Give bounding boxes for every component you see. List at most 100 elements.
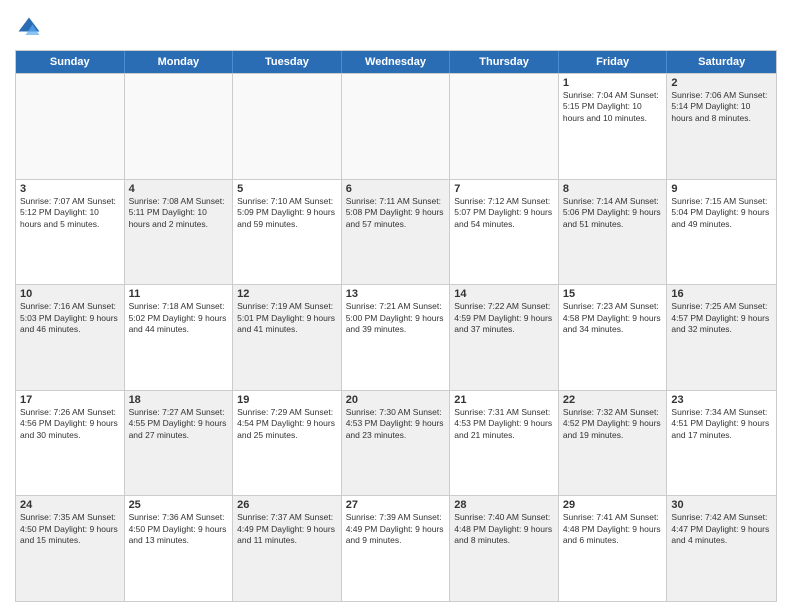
day-number: 1 [563, 77, 663, 89]
day-info: Sunrise: 7:31 AM Sunset: 4:53 PM Dayligh… [454, 407, 554, 441]
day-info: Sunrise: 7:14 AM Sunset: 5:06 PM Dayligh… [563, 196, 663, 230]
day-cell: 6Sunrise: 7:11 AM Sunset: 5:08 PM Daylig… [342, 180, 451, 285]
day-cell: 1Sunrise: 7:04 AM Sunset: 5:15 PM Daylig… [559, 74, 668, 179]
day-info: Sunrise: 7:39 AM Sunset: 4:49 PM Dayligh… [346, 512, 446, 546]
day-number: 21 [454, 394, 554, 406]
day-number: 18 [129, 394, 229, 406]
day-cell: 5Sunrise: 7:10 AM Sunset: 5:09 PM Daylig… [233, 180, 342, 285]
day-cell: 19Sunrise: 7:29 AM Sunset: 4:54 PM Dayli… [233, 391, 342, 496]
day-number: 23 [671, 394, 772, 406]
day-cell: 10Sunrise: 7:16 AM Sunset: 5:03 PM Dayli… [16, 285, 125, 390]
day-number: 19 [237, 394, 337, 406]
day-number: 10 [20, 288, 120, 300]
day-number: 27 [346, 499, 446, 511]
day-info: Sunrise: 7:11 AM Sunset: 5:08 PM Dayligh… [346, 196, 446, 230]
day-info: Sunrise: 7:08 AM Sunset: 5:11 PM Dayligh… [129, 196, 229, 230]
day-cell: 11Sunrise: 7:18 AM Sunset: 5:02 PM Dayli… [125, 285, 234, 390]
day-info: Sunrise: 7:42 AM Sunset: 4:47 PM Dayligh… [671, 512, 772, 546]
day-cell: 25Sunrise: 7:36 AM Sunset: 4:50 PM Dayli… [125, 496, 234, 601]
day-cell: 29Sunrise: 7:41 AM Sunset: 4:48 PM Dayli… [559, 496, 668, 601]
page: SundayMondayTuesdayWednesdayThursdayFrid… [0, 0, 792, 612]
day-info: Sunrise: 7:22 AM Sunset: 4:59 PM Dayligh… [454, 301, 554, 335]
day-number: 25 [129, 499, 229, 511]
day-info: Sunrise: 7:36 AM Sunset: 4:50 PM Dayligh… [129, 512, 229, 546]
day-header-friday: Friday [559, 51, 668, 73]
day-header-thursday: Thursday [450, 51, 559, 73]
day-cell: 18Sunrise: 7:27 AM Sunset: 4:55 PM Dayli… [125, 391, 234, 496]
day-headers: SundayMondayTuesdayWednesdayThursdayFrid… [16, 51, 776, 73]
day-cell: 9Sunrise: 7:15 AM Sunset: 5:04 PM Daylig… [667, 180, 776, 285]
day-number: 3 [20, 183, 120, 195]
day-number: 17 [20, 394, 120, 406]
day-number: 20 [346, 394, 446, 406]
day-info: Sunrise: 7:19 AM Sunset: 5:01 PM Dayligh… [237, 301, 337, 335]
day-cell: 16Sunrise: 7:25 AM Sunset: 4:57 PM Dayli… [667, 285, 776, 390]
day-info: Sunrise: 7:29 AM Sunset: 4:54 PM Dayligh… [237, 407, 337, 441]
day-cell: 12Sunrise: 7:19 AM Sunset: 5:01 PM Dayli… [233, 285, 342, 390]
day-number: 9 [671, 183, 772, 195]
day-info: Sunrise: 7:06 AM Sunset: 5:14 PM Dayligh… [671, 90, 772, 124]
day-info: Sunrise: 7:15 AM Sunset: 5:04 PM Dayligh… [671, 196, 772, 230]
day-info: Sunrise: 7:16 AM Sunset: 5:03 PM Dayligh… [20, 301, 120, 335]
week-row-2: 3Sunrise: 7:07 AM Sunset: 5:12 PM Daylig… [16, 179, 776, 285]
day-cell: 8Sunrise: 7:14 AM Sunset: 5:06 PM Daylig… [559, 180, 668, 285]
day-header-tuesday: Tuesday [233, 51, 342, 73]
week-row-3: 10Sunrise: 7:16 AM Sunset: 5:03 PM Dayli… [16, 284, 776, 390]
logo-icon [15, 14, 43, 42]
day-number: 11 [129, 288, 229, 300]
day-cell: 2Sunrise: 7:06 AM Sunset: 5:14 PM Daylig… [667, 74, 776, 179]
day-cell: 13Sunrise: 7:21 AM Sunset: 5:00 PM Dayli… [342, 285, 451, 390]
day-info: Sunrise: 7:26 AM Sunset: 4:56 PM Dayligh… [20, 407, 120, 441]
day-info: Sunrise: 7:21 AM Sunset: 5:00 PM Dayligh… [346, 301, 446, 335]
day-cell: 3Sunrise: 7:07 AM Sunset: 5:12 PM Daylig… [16, 180, 125, 285]
day-cell: 15Sunrise: 7:23 AM Sunset: 4:58 PM Dayli… [559, 285, 668, 390]
day-header-wednesday: Wednesday [342, 51, 451, 73]
week-row-1: 1Sunrise: 7:04 AM Sunset: 5:15 PM Daylig… [16, 73, 776, 179]
day-info: Sunrise: 7:41 AM Sunset: 4:48 PM Dayligh… [563, 512, 663, 546]
day-info: Sunrise: 7:07 AM Sunset: 5:12 PM Dayligh… [20, 196, 120, 230]
day-info: Sunrise: 7:10 AM Sunset: 5:09 PM Dayligh… [237, 196, 337, 230]
day-number: 24 [20, 499, 120, 511]
day-number: 13 [346, 288, 446, 300]
week-row-4: 17Sunrise: 7:26 AM Sunset: 4:56 PM Dayli… [16, 390, 776, 496]
day-number: 6 [346, 183, 446, 195]
day-info: Sunrise: 7:30 AM Sunset: 4:53 PM Dayligh… [346, 407, 446, 441]
day-cell: 4Sunrise: 7:08 AM Sunset: 5:11 PM Daylig… [125, 180, 234, 285]
day-number: 2 [671, 77, 772, 89]
day-cell [125, 74, 234, 179]
day-cell: 23Sunrise: 7:34 AM Sunset: 4:51 PM Dayli… [667, 391, 776, 496]
day-cell: 28Sunrise: 7:40 AM Sunset: 4:48 PM Dayli… [450, 496, 559, 601]
day-number: 16 [671, 288, 772, 300]
day-info: Sunrise: 7:04 AM Sunset: 5:15 PM Dayligh… [563, 90, 663, 124]
day-cell: 26Sunrise: 7:37 AM Sunset: 4:49 PM Dayli… [233, 496, 342, 601]
day-cell: 7Sunrise: 7:12 AM Sunset: 5:07 PM Daylig… [450, 180, 559, 285]
day-number: 5 [237, 183, 337, 195]
day-info: Sunrise: 7:18 AM Sunset: 5:02 PM Dayligh… [129, 301, 229, 335]
weeks: 1Sunrise: 7:04 AM Sunset: 5:15 PM Daylig… [16, 73, 776, 601]
day-info: Sunrise: 7:40 AM Sunset: 4:48 PM Dayligh… [454, 512, 554, 546]
header [15, 10, 777, 42]
day-info: Sunrise: 7:35 AM Sunset: 4:50 PM Dayligh… [20, 512, 120, 546]
day-cell: 24Sunrise: 7:35 AM Sunset: 4:50 PM Dayli… [16, 496, 125, 601]
day-cell: 30Sunrise: 7:42 AM Sunset: 4:47 PM Dayli… [667, 496, 776, 601]
day-info: Sunrise: 7:25 AM Sunset: 4:57 PM Dayligh… [671, 301, 772, 335]
day-cell: 20Sunrise: 7:30 AM Sunset: 4:53 PM Dayli… [342, 391, 451, 496]
day-info: Sunrise: 7:12 AM Sunset: 5:07 PM Dayligh… [454, 196, 554, 230]
day-cell: 27Sunrise: 7:39 AM Sunset: 4:49 PM Dayli… [342, 496, 451, 601]
day-info: Sunrise: 7:27 AM Sunset: 4:55 PM Dayligh… [129, 407, 229, 441]
day-number: 15 [563, 288, 663, 300]
day-cell [16, 74, 125, 179]
day-header-monday: Monday [125, 51, 234, 73]
day-cell [342, 74, 451, 179]
day-number: 29 [563, 499, 663, 511]
day-info: Sunrise: 7:32 AM Sunset: 4:52 PM Dayligh… [563, 407, 663, 441]
calendar: SundayMondayTuesdayWednesdayThursdayFrid… [15, 50, 777, 602]
day-cell: 17Sunrise: 7:26 AM Sunset: 4:56 PM Dayli… [16, 391, 125, 496]
day-cell: 22Sunrise: 7:32 AM Sunset: 4:52 PM Dayli… [559, 391, 668, 496]
day-cell [233, 74, 342, 179]
day-number: 8 [563, 183, 663, 195]
day-number: 12 [237, 288, 337, 300]
day-info: Sunrise: 7:34 AM Sunset: 4:51 PM Dayligh… [671, 407, 772, 441]
week-row-5: 24Sunrise: 7:35 AM Sunset: 4:50 PM Dayli… [16, 495, 776, 601]
day-info: Sunrise: 7:37 AM Sunset: 4:49 PM Dayligh… [237, 512, 337, 546]
